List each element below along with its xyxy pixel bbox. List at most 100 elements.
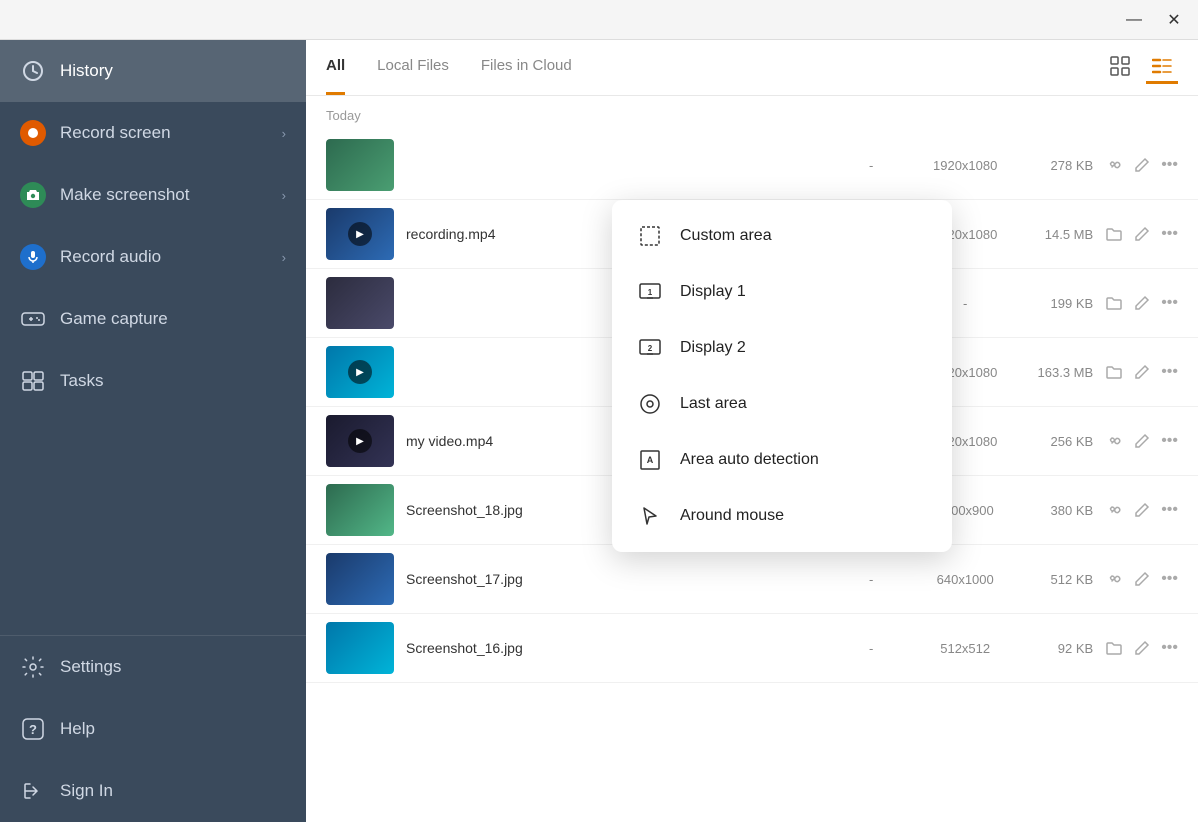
display2-icon: 2 bbox=[636, 334, 664, 362]
file-thumbnail: ▶ bbox=[326, 415, 394, 467]
more-icon[interactable]: ••• bbox=[1161, 156, 1178, 174]
custom-area-icon bbox=[636, 222, 664, 250]
file-meta: - 1920x1080 278 KB bbox=[841, 158, 1093, 173]
svg-text:A: A bbox=[647, 455, 654, 465]
copy-link-icon[interactable] bbox=[1105, 432, 1123, 450]
file-name: Screenshot_16.jpg bbox=[406, 640, 829, 656]
sidebar-item-signin[interactable]: Sign In bbox=[0, 760, 306, 822]
chevron-icon-screenshot: › bbox=[282, 188, 286, 203]
dropdown-item-around-mouse[interactable]: Around mouse bbox=[612, 488, 952, 544]
dropdown-item-display1[interactable]: 1 Display 1 bbox=[612, 264, 952, 320]
file-thumbnail bbox=[326, 277, 394, 329]
file-meta: - 640x1000 512 KB bbox=[841, 572, 1093, 587]
dropdown-item-display2[interactable]: 2 Display 2 bbox=[612, 320, 952, 376]
file-actions: ••• bbox=[1105, 432, 1178, 450]
settings-icon bbox=[20, 654, 46, 680]
sidebar-label-history: History bbox=[60, 61, 113, 81]
game-capture-icon bbox=[20, 306, 46, 332]
tabs-bar: All Local Files Files in Cloud bbox=[306, 40, 1198, 96]
sidebar-label-make-screenshot: Make screenshot bbox=[60, 185, 189, 205]
file-thumbnail: ▶ bbox=[326, 208, 394, 260]
sidebar-item-record-audio[interactable]: Record audio › bbox=[0, 226, 306, 288]
list-view-button[interactable] bbox=[1146, 52, 1178, 84]
sidebar-item-history[interactable]: History bbox=[0, 40, 306, 102]
folder-icon[interactable] bbox=[1105, 639, 1123, 657]
edit-icon[interactable] bbox=[1133, 294, 1151, 312]
folder-icon[interactable] bbox=[1105, 225, 1123, 243]
file-size: 14.5 MB bbox=[1029, 227, 1093, 242]
dropdown-item-area-auto[interactable]: A Area auto detection bbox=[612, 432, 952, 488]
more-icon[interactable]: ••• bbox=[1161, 639, 1178, 657]
tab-files-in-cloud[interactable]: Files in Cloud bbox=[481, 40, 572, 95]
file-resolution: 640x1000 bbox=[925, 572, 1005, 587]
app-container: History Record screen › bbox=[0, 40, 1198, 822]
svg-text:?: ? bbox=[29, 722, 37, 737]
record-audio-icon bbox=[20, 244, 46, 270]
file-resolution: 512x512 bbox=[925, 641, 1005, 656]
file-duration: - bbox=[841, 572, 901, 587]
edit-icon[interactable] bbox=[1133, 156, 1151, 174]
file-row: - 1920x1080 278 KB ••• bbox=[306, 131, 1198, 200]
dropdown-label-display2: Display 2 bbox=[680, 339, 746, 357]
sidebar-item-game-capture[interactable]: Game capture bbox=[0, 288, 306, 350]
edit-icon[interactable] bbox=[1133, 639, 1151, 657]
grid-view-button[interactable] bbox=[1104, 52, 1136, 84]
dropdown-label-last-area: Last area bbox=[680, 395, 747, 413]
sidebar-item-make-screenshot[interactable]: Make screenshot › bbox=[0, 164, 306, 226]
display1-icon: 1 bbox=[636, 278, 664, 306]
file-actions: ••• bbox=[1105, 225, 1178, 243]
sidebar: History Record screen › bbox=[0, 40, 306, 822]
edit-icon[interactable] bbox=[1133, 363, 1151, 381]
folder-icon[interactable] bbox=[1105, 294, 1123, 312]
file-actions: ••• bbox=[1105, 363, 1178, 381]
edit-icon[interactable] bbox=[1133, 570, 1151, 588]
file-thumbnail bbox=[326, 622, 394, 674]
sidebar-label-help: Help bbox=[60, 719, 95, 739]
edit-icon[interactable] bbox=[1133, 501, 1151, 519]
dropdown-item-last-area[interactable]: Last area bbox=[612, 376, 952, 432]
sidebar-label-settings: Settings bbox=[60, 657, 121, 677]
copy-link-icon[interactable] bbox=[1105, 570, 1123, 588]
edit-icon[interactable] bbox=[1133, 225, 1151, 243]
play-icon: ▶ bbox=[348, 222, 372, 246]
file-size: 199 KB bbox=[1029, 296, 1093, 311]
more-icon[interactable]: ••• bbox=[1161, 501, 1178, 519]
section-today: Today bbox=[306, 96, 1198, 131]
sidebar-item-tasks[interactable]: Tasks bbox=[0, 350, 306, 412]
file-row: Screenshot_17.jpg - 640x1000 512 KB ••• bbox=[306, 545, 1198, 614]
last-area-icon bbox=[636, 390, 664, 418]
tab-local-files[interactable]: Local Files bbox=[377, 40, 449, 95]
tab-all[interactable]: All bbox=[326, 40, 345, 95]
dropdown-item-custom-area[interactable]: Custom area bbox=[612, 208, 952, 264]
svg-text:1: 1 bbox=[648, 288, 653, 297]
sidebar-item-settings[interactable]: Settings bbox=[0, 636, 306, 698]
sidebar-item-record-screen[interactable]: Record screen › bbox=[0, 102, 306, 164]
sidebar-label-record-screen: Record screen bbox=[60, 123, 171, 143]
file-size: 278 KB bbox=[1029, 158, 1093, 173]
more-icon[interactable]: ••• bbox=[1161, 432, 1178, 450]
more-icon[interactable]: ••• bbox=[1161, 570, 1178, 588]
more-icon[interactable]: ••• bbox=[1161, 363, 1178, 381]
dropdown-label-around-mouse: Around mouse bbox=[680, 507, 784, 525]
file-name: Screenshot_17.jpg bbox=[406, 571, 829, 587]
dropdown-label-custom-area: Custom area bbox=[680, 227, 772, 245]
main-content: All Local Files Files in Cloud bbox=[306, 40, 1198, 822]
copy-link-icon[interactable] bbox=[1105, 501, 1123, 519]
more-icon[interactable]: ••• bbox=[1161, 225, 1178, 243]
more-icon[interactable]: ••• bbox=[1161, 294, 1178, 312]
signin-icon bbox=[20, 778, 46, 804]
sidebar-label-tasks: Tasks bbox=[60, 371, 103, 391]
copy-link-icon[interactable] bbox=[1105, 156, 1123, 174]
file-actions: ••• bbox=[1105, 501, 1178, 519]
sidebar-item-help[interactable]: ? Help bbox=[0, 698, 306, 760]
folder-icon[interactable] bbox=[1105, 363, 1123, 381]
edit-icon[interactable] bbox=[1133, 432, 1151, 450]
file-actions: ••• bbox=[1105, 156, 1178, 174]
tasks-icon bbox=[20, 368, 46, 394]
minimize-button[interactable]: — bbox=[1122, 8, 1146, 32]
chevron-icon-record: › bbox=[282, 126, 286, 141]
sidebar-label-signin: Sign In bbox=[60, 781, 113, 801]
chevron-icon-audio: › bbox=[282, 250, 286, 265]
record-screen-icon bbox=[20, 120, 46, 146]
close-button[interactable]: ✕ bbox=[1162, 8, 1186, 32]
